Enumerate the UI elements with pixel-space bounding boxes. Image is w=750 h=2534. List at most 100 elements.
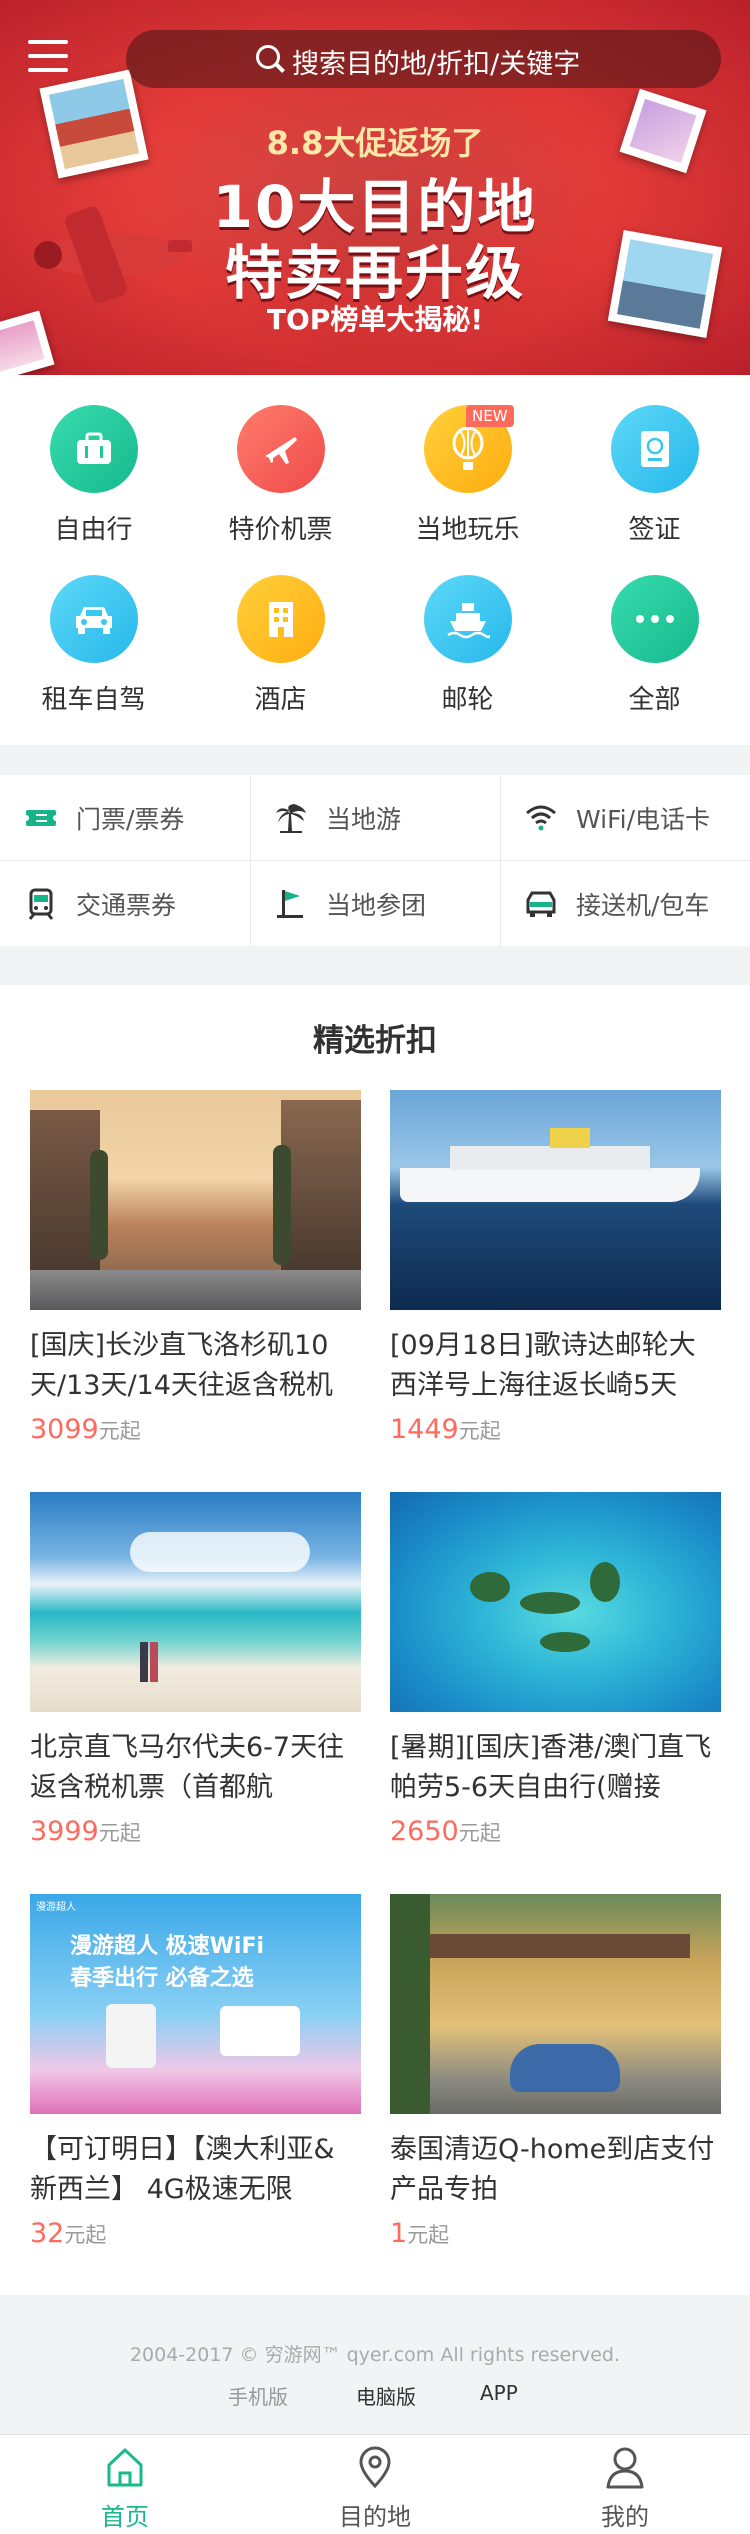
deal-price: 1449元起 [390, 1414, 721, 1445]
subcategory-local-tour[interactable]: 当地游 [250, 775, 500, 860]
airplane-icon [236, 405, 325, 493]
subcategory-grid: 门票/票券 当地游 WiFi/电话卡 交通票券 当地参团 接送机/包车 [0, 775, 750, 946]
wifi-icon [524, 801, 558, 835]
tab-destinations[interactable]: 目的地 [250, 2435, 500, 2534]
category-hotel[interactable]: 酒店 [187, 575, 374, 716]
category-label: 酒店 [254, 685, 307, 715]
car-icon [49, 575, 138, 663]
subcategory-label: 接送机/包车 [576, 890, 710, 920]
tab-home[interactable]: 首页 [0, 2435, 250, 2534]
deal-card[interactable]: [暑期][国庆]香港/澳门直飞帕劳5-6天自由行(赠接 2650元起 [390, 1492, 721, 1847]
price-value: 1 [390, 2218, 408, 2249]
price-unit: 元起 [98, 1419, 141, 1443]
price-value: 2650 [390, 1816, 459, 1847]
footer: 2004-2017 © 穷游网™ qyer.com All rights res… [0, 2295, 750, 2435]
deal-card[interactable]: 漫游超人 漫游超人 极速WiFi 春季出行 必备之选 【可订明日】【澳大利亚&新… [30, 1894, 361, 2249]
featured-deals-section: 精选折扣 [国庆]长沙直飞洛杉矶10天/13天/14天往返含税机 3099元起 … [0, 985, 750, 2295]
subcategory-airport-transfer[interactable]: 接送机/包车 [500, 861, 750, 946]
deal-title: 泰国清迈Q-home到店支付产品专拍 [390, 2134, 715, 2205]
location-pin-icon [359, 2446, 391, 2489]
palm-tree-icon [274, 801, 308, 835]
deal-title: 【可订明日】【澳大利亚&新西兰】 4G极速无限 [30, 2134, 335, 2205]
copyright-text: 2004-2017 © 穷游网™ qyer.com All rights res… [129, 2344, 621, 2366]
ticket-icon [23, 801, 59, 835]
subcategory-tickets[interactable]: 门票/票券 [0, 775, 250, 860]
new-badge: NEW [466, 405, 514, 427]
category-label: 租车自驾 [41, 685, 146, 715]
category-all[interactable]: 全部 [561, 575, 748, 716]
subcategory-label: 当地游 [326, 804, 402, 834]
banner-subtitle: 8.8大促返场了 [266, 124, 484, 162]
deal-price: 1元起 [390, 2218, 721, 2249]
subcategory-label: WiFi/电话卡 [576, 804, 711, 834]
desktop-version-link[interactable]: 电脑版 [356, 2381, 416, 2410]
suitcase-icon [49, 405, 138, 493]
promo-banner[interactable]: 搜索目的地/折扣/关键字 8.8大促返场了 10大目的地 特卖再升级 TOP榜单… [0, 0, 750, 375]
tab-label: 首页 [101, 2503, 149, 2531]
deal-image-wifi-ad: 漫游超人 漫游超人 极速WiFi 春季出行 必备之选 [30, 1894, 361, 2114]
user-icon [606, 2447, 644, 2489]
subcategory-transport[interactable]: 交通票券 [0, 861, 250, 946]
van-icon [524, 887, 558, 921]
subcategory-group-tour[interactable]: 当地参团 [250, 861, 500, 946]
search-icon [256, 45, 280, 69]
menu-icon[interactable] [28, 40, 68, 74]
bottom-tab-bar: 首页 目的地 我的 [0, 2434, 750, 2534]
banner-tagline: TOP榜单大揭秘! [266, 303, 484, 336]
deal-title: [国庆]长沙直飞洛杉矶10天/13天/14天往返含税机 [30, 1330, 333, 1401]
tab-label: 我的 [601, 2503, 649, 2531]
home-icon [107, 2448, 143, 2487]
category-car-rental[interactable]: 租车自驾 [0, 575, 187, 716]
deal-card[interactable]: [09月18日]歌诗达邮轮大西洋号上海往返长崎5天 1449元起 [390, 1090, 721, 1445]
price-value: 1449 [390, 1414, 459, 1445]
category-label: 全部 [628, 685, 681, 715]
category-label: 邮轮 [441, 685, 494, 715]
deal-image-maldives [30, 1492, 361, 1712]
deal-price: 2650元起 [390, 1816, 721, 1847]
price-unit: 元起 [407, 2223, 450, 2247]
search-input[interactable]: 搜索目的地/折扣/关键字 [292, 42, 580, 81]
top-bar: 搜索目的地/折扣/关键字 [0, 0, 750, 118]
deal-card[interactable]: 北京直飞马尔代夫6-7天往返含税机票（首都航 3999元起 [30, 1492, 361, 1847]
price-value: 3099 [30, 1414, 99, 1445]
category-visa[interactable]: 签证 [561, 405, 748, 546]
subcategory-label: 交通票券 [76, 890, 177, 920]
section-title: 精选折扣 [313, 1023, 437, 1059]
category-label: 自由行 [54, 515, 133, 545]
deal-price: 3999元起 [30, 1816, 361, 1847]
category-grid: 自由行 特价机票 当地玩乐 NEW 签证 租车自驾 酒店 邮轮 全部 [0, 375, 750, 745]
deal-image-los-angeles [30, 1090, 361, 1310]
subcategory-label: 门票/票券 [76, 804, 185, 834]
mobile-version-link[interactable]: 手机版 [228, 2381, 288, 2410]
tab-profile[interactable]: 我的 [500, 2435, 750, 2534]
deal-title: [暑期][国庆]香港/澳门直飞帕劳5-6天自由行(赠接 [390, 1732, 712, 1803]
subcategory-wifi[interactable]: WiFi/电话卡 [500, 775, 750, 860]
app-link[interactable]: APP [480, 2381, 518, 2405]
flag-icon [274, 887, 308, 921]
category-flights[interactable]: 特价机票 [187, 405, 374, 546]
deal-card[interactable]: [国庆]长沙直飞洛杉矶10天/13天/14天往返含税机 3099元起 [30, 1090, 361, 1445]
more-icon [610, 575, 699, 663]
price-unit: 元起 [458, 1821, 501, 1845]
price-value: 32 [30, 2218, 65, 2249]
category-label: 当地玩乐 [415, 515, 520, 545]
category-free-travel[interactable]: 自由行 [0, 405, 187, 546]
deal-title: 北京直飞马尔代夫6-7天往返含税机票（首都航 [30, 1732, 345, 1803]
ship-icon [423, 575, 512, 663]
hotel-icon [236, 575, 325, 663]
deal-image-cruise [390, 1090, 721, 1310]
ad-logo: 漫游超人 [36, 1902, 76, 1913]
price-value: 3999 [30, 1816, 99, 1847]
price-unit: 元起 [458, 1419, 501, 1443]
subcategory-label: 当地参团 [326, 890, 427, 920]
deal-image-palau [390, 1492, 721, 1712]
ad-line-1: 漫游超人 极速WiFi [70, 1934, 265, 1959]
price-unit: 元起 [64, 2223, 107, 2247]
category-cruise[interactable]: 邮轮 [374, 575, 561, 716]
deal-image-chiang-mai [390, 1894, 721, 2114]
deal-card[interactable]: 泰国清迈Q-home到店支付产品专拍 1元起 [390, 1894, 721, 2249]
search-bar[interactable]: 搜索目的地/折扣/关键字 [126, 30, 721, 88]
passport-icon [610, 405, 699, 493]
category-label: 特价机票 [228, 515, 333, 545]
deal-title: [09月18日]歌诗达邮轮大西洋号上海往返长崎5天 [390, 1330, 696, 1401]
